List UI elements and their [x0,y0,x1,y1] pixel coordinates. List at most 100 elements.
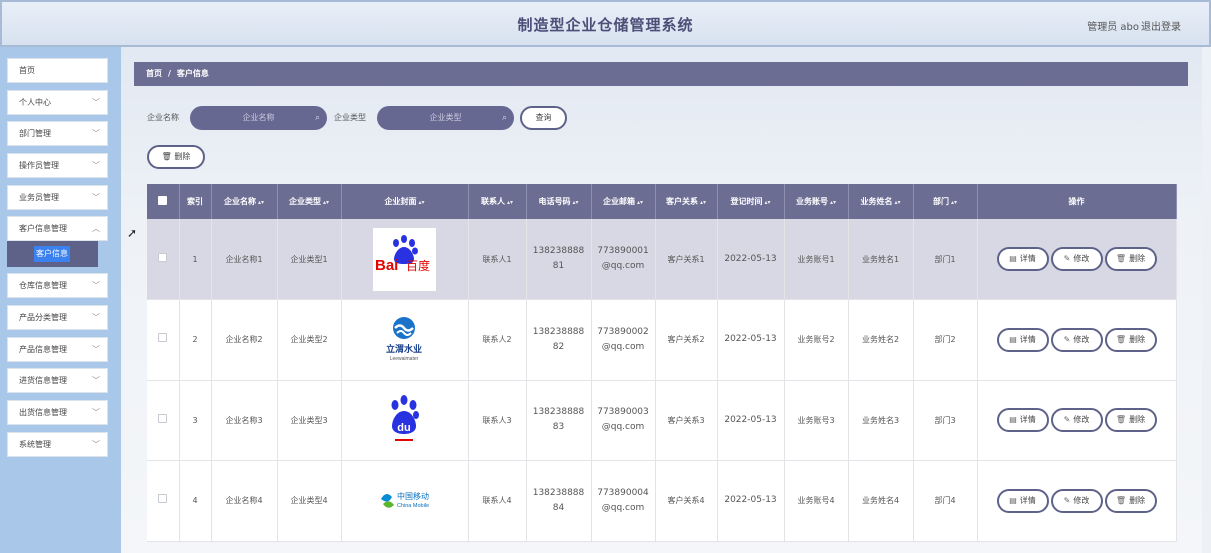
sidebar-item-product-categories[interactable]: 产品分类管理 ﹀ [7,305,108,330]
cell-actions: ▤ 详情 ✎ 修改 🗑︎ 删除 [977,380,1177,461]
edit-button[interactable]: ✎ 修改 [1050,247,1103,271]
row-checkbox[interactable] [158,494,168,504]
cell-date: 2022-05-13 [717,299,785,381]
edit-button[interactable]: ✎ 修改 [1050,327,1103,352]
sidebar-item-products[interactable]: 产品信息管理 ﹀ [7,337,108,362]
baidu-logo: Bai 百度 [373,227,436,291]
cell-company-name: 企业名称3 [211,380,278,461]
breadcrumb-home[interactable]: 首页 [146,69,162,78]
document-icon: ▤ [1009,495,1017,505]
cell-relation: 客户关系1 [655,219,718,300]
table-row[interactable]: 1 企业名称1 企业类型1 Bai 百度 联系人1 138238888 81 7… [147,219,1177,300]
sidebar-item-label: 进货信息管理 [19,376,67,385]
cell-company-name: 企业名称2 [211,299,278,381]
trash-icon: 🗑︎ [1115,254,1127,263]
logout-link[interactable]: 退出登录 [1141,18,1181,33]
sidebar-item-operators[interactable]: 操作员管理 ﹀ [7,153,108,178]
sidebar-item-customers[interactable]: 客户信息管理 ︿ [7,216,108,241]
edit-button[interactable]: ✎ 修改 [1050,488,1103,513]
sidebar-item-system[interactable]: 系统管理 ﹀ [7,432,108,457]
sidebar-item-home[interactable]: 首页 [7,58,108,83]
cell-company-name: 企业名称4 [211,460,278,542]
cell-company-name: 企业名称1 [211,219,278,300]
delete-button[interactable]: 🗑︎ 删除 [1104,247,1157,271]
sidebar-item-shipments[interactable]: 出货信息管理 ﹀ [7,400,108,425]
sidebar-item-salespeople[interactable]: 业务员管理 ﹀ [7,185,108,210]
header-date[interactable]: 登记时间 ▴▾ [717,184,785,219]
cell-date: 2022-05-13 [717,219,785,300]
cell-email: 773890003 @qq.com [591,380,656,461]
delete-button[interactable]: 🗑︎ 删除 [1104,488,1157,513]
row-checkbox[interactable] [158,252,168,262]
sidebar-item-departments[interactable]: 部门管理 ﹀ [7,121,108,146]
cell-index: 3 [179,380,212,461]
sidebar-subitem-customer-info[interactable]: 客户信息 [7,241,98,267]
cell-dept: 部门4 [913,460,978,542]
cell-staff: 业务姓名1 [848,219,914,300]
header-dept[interactable]: 部门 ▴▾ [913,184,978,219]
cell-relation: 客户关系4 [655,460,718,542]
sidebar-item-purchases[interactable]: 进货信息管理 ﹀ [7,368,108,393]
pencil-icon: ✎ [1063,415,1071,425]
select-all-checkbox[interactable] [158,196,168,205]
header-phone[interactable]: 电话号码 ▴▾ [526,184,592,219]
document-icon: ▤ [1009,254,1017,263]
header-account[interactable]: 业务账号 ▴▾ [784,184,849,219]
sidebar-item-label: 业务员管理 [19,193,59,202]
header-cover[interactable]: 企业封面 ▴▾ [341,184,469,219]
svg-text:Leewaimater: Leewaimater [390,356,419,362]
delete-button[interactable]: 🗑︎ 删除 [1104,327,1157,352]
query-button[interactable]: 查询 [520,106,567,130]
detail-button[interactable]: ▤ 详情 [996,327,1049,352]
table-row[interactable]: 3 企业名称3 企业类型3 du 联系人3 138238888 83 77389… [147,380,1177,461]
trash-icon: 🗑︎ [1115,495,1127,505]
table-row[interactable]: 2 企业名称2 企业类型2 立渭水业 Leewaimater 联系人2 1382… [147,299,1177,381]
row-checkbox[interactable] [158,413,168,423]
header-actions: 操作 [977,184,1177,219]
header-contact[interactable]: 联系人 ▴▾ [468,184,527,219]
svg-text:Bai: Bai [375,257,398,274]
sidebar-item-profile[interactable]: 个人中心 ﹀ [7,90,108,115]
company-type-input[interactable]: 企业类型 ⌕ [377,106,514,130]
detail-button[interactable]: ▤ 详情 [996,247,1049,271]
trash-icon: 🗑︎ [1115,415,1127,425]
header-select-all[interactable] [147,184,180,219]
svg-text:立渭水业: 立渭水业 [386,343,422,355]
edit-button[interactable]: ✎ 修改 [1050,408,1103,433]
chevron-up-icon: ︿ [92,224,100,233]
chevron-down-icon: ﹀ [92,193,100,202]
header-company-name[interactable]: 企业名称 ▴▾ [211,184,278,219]
detail-button[interactable]: ▤ 详情 [996,488,1049,513]
detail-button[interactable]: ▤ 详情 [996,408,1049,433]
cell-account: 业务账号1 [784,219,849,300]
search-icon: ⌕ [314,113,320,123]
du-paw-logo: du [373,388,436,452]
breadcrumb-separator: / [168,69,171,78]
header-staff[interactable]: 业务姓名 ▴▾ [848,184,914,219]
delete-button[interactable]: 🗑︎ 删除 [1104,408,1157,433]
page-scrollbar[interactable] [1202,47,1211,553]
header-company-type[interactable]: 企业类型 ▴▾ [277,184,342,219]
svg-text:China Mobile: China Mobile [397,503,429,509]
cell-date: 2022-05-13 [717,380,785,461]
row-checkbox[interactable] [158,333,168,343]
table-row[interactable]: 4 企业名称4 企业类型4 中国移动 China Mobile 联系人4 138… [147,460,1177,542]
cell-date: 2022-05-13 [717,460,785,542]
sidebar-item-warehouses[interactable]: 仓库信息管理 ﹀ [7,273,108,298]
chevron-down-icon: ﹀ [92,408,100,417]
mouse-cursor-icon: ➚ [127,226,138,240]
sidebar-item-label: 产品信息管理 [19,345,67,354]
cell-staff: 业务姓名3 [848,380,914,461]
header-email[interactable]: 企业邮箱 ▴▾ [591,184,656,219]
breadcrumb: 首页 / 客户信息 [134,62,1188,86]
cell-contact: 联系人2 [468,299,527,381]
company-name-placeholder: 企业名称 [242,113,275,122]
sidebar-item-label: 仓库信息管理 [19,281,67,290]
company-name-input[interactable]: 企业名称 ⌕ [190,106,327,130]
liwei-logo: 立渭水业 Leewaimater [373,308,436,372]
batch-delete-button[interactable]: 🗑︎ 删除 [147,145,205,169]
header-relation[interactable]: 客户关系 ▴▾ [655,184,718,219]
sort-icon: ▴▾ [894,199,901,206]
cell-cover: 立渭水业 Leewaimater [341,299,469,381]
batch-delete-label: 删除 [174,152,191,161]
